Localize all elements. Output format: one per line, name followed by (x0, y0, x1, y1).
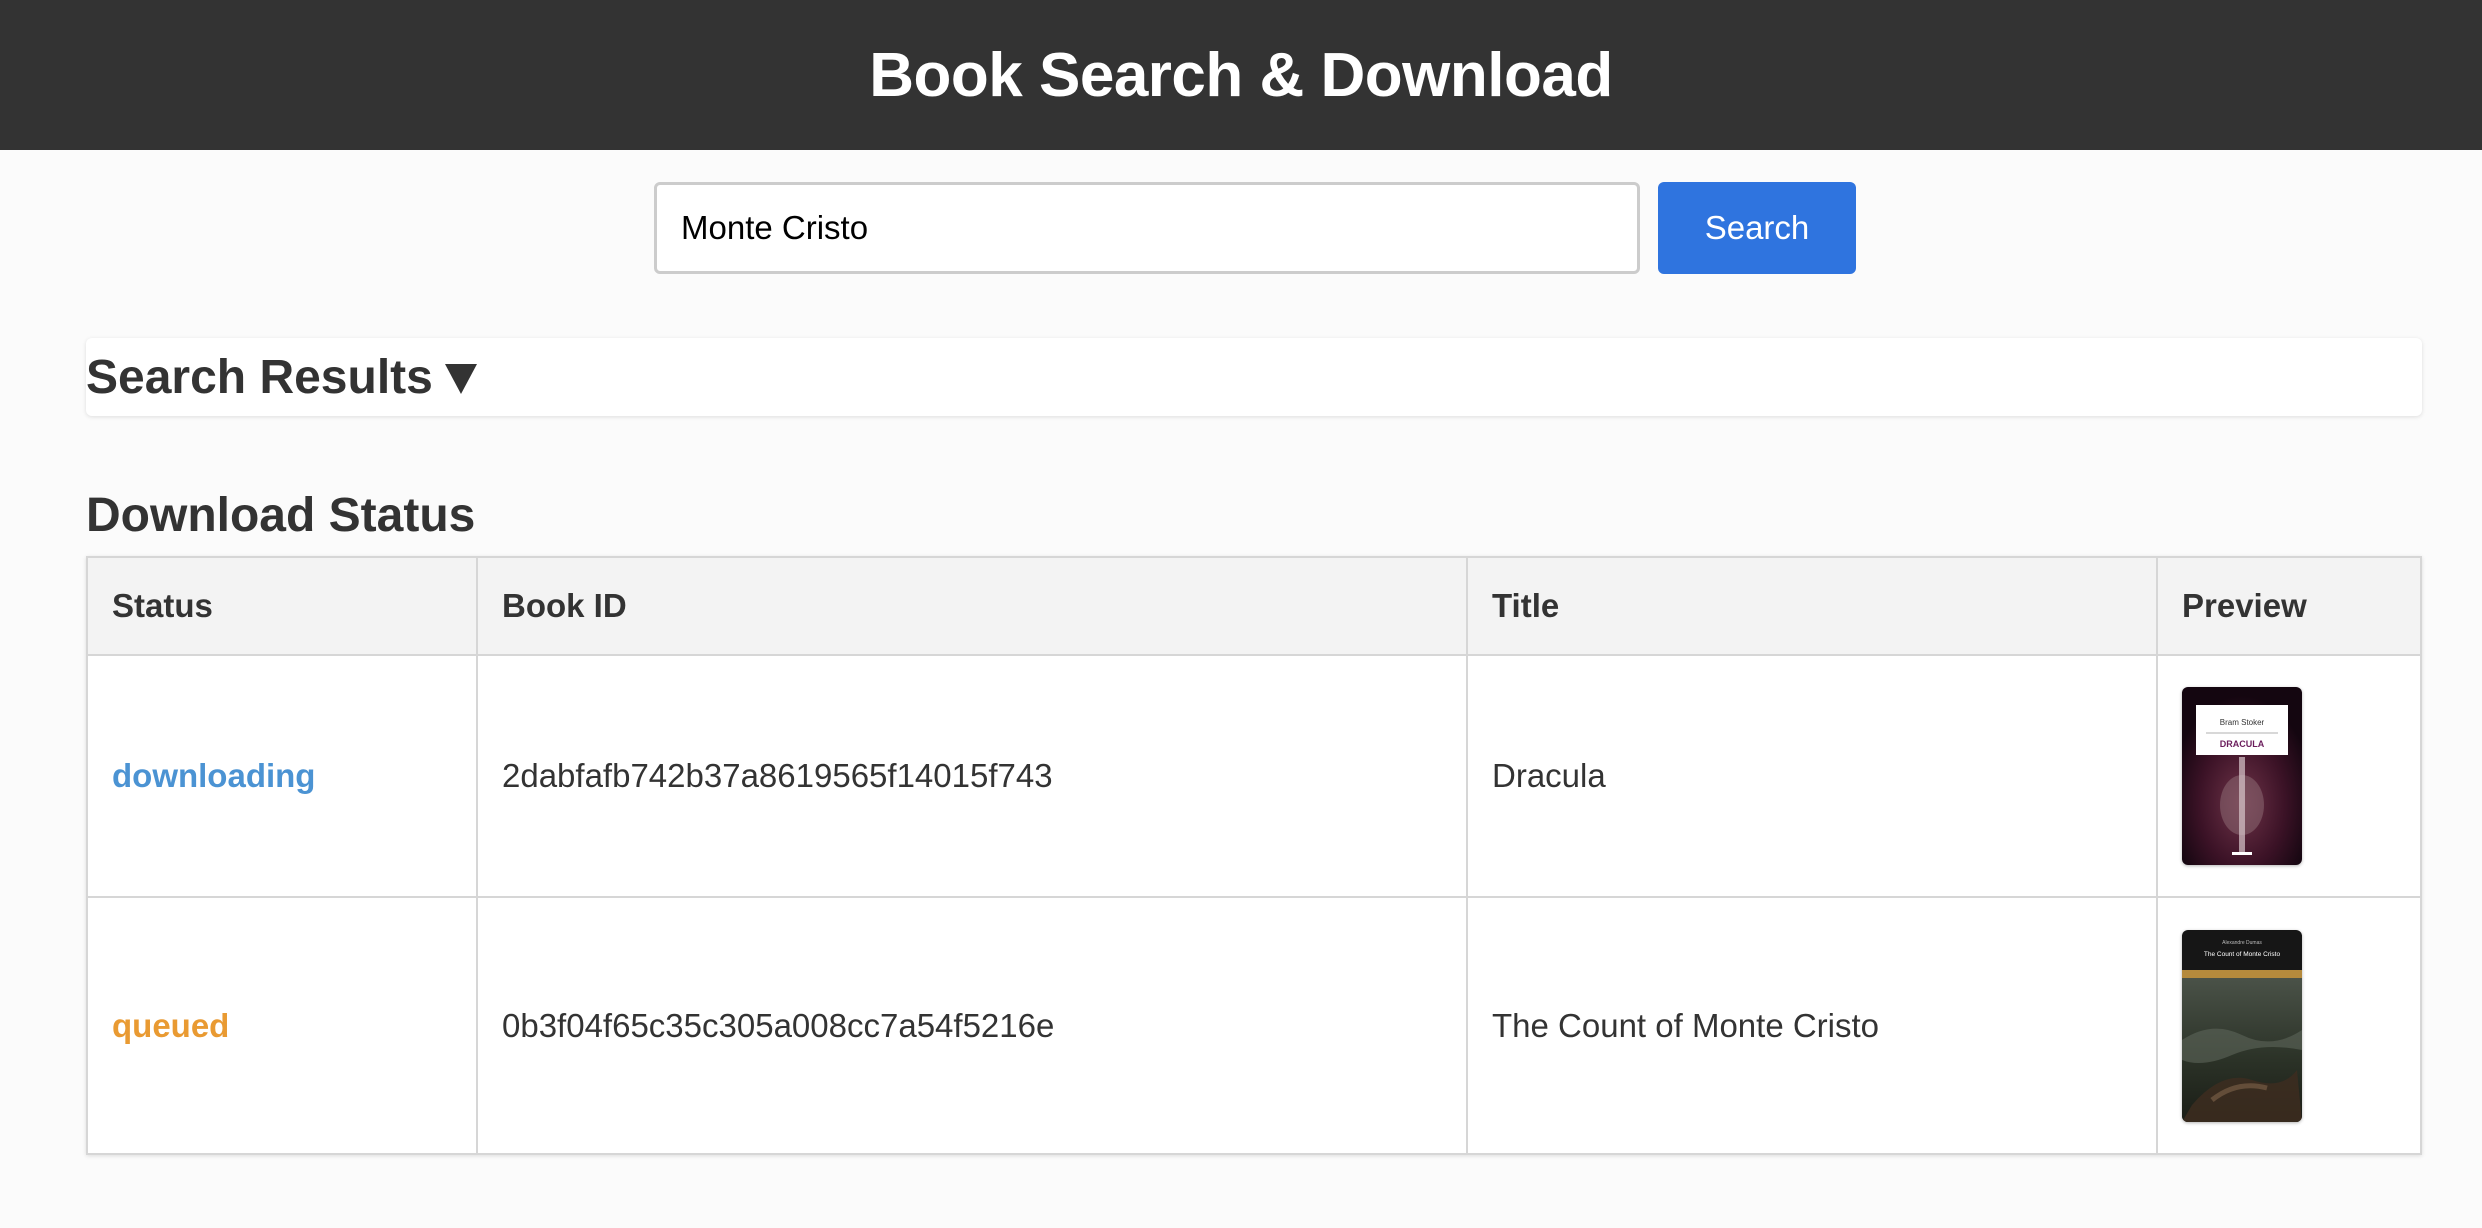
search-button[interactable]: Search (1658, 182, 1856, 274)
table-row: downloading 2dabfafb742b37a8619565f14015… (86, 654, 2422, 898)
status-badge: downloading (86, 654, 478, 898)
search-results-heading: Search Results (86, 350, 477, 405)
column-header-status: Status (86, 556, 478, 656)
cover-author: Alexandre Dumas (2222, 940, 2262, 946)
search-input[interactable] (654, 182, 1640, 274)
download-status-table: Status Book ID Title Preview downloading… (86, 556, 2422, 1155)
book-cover-image: Alexandre Dumas The Count of Monte Crist… (2182, 929, 2302, 1122)
page-title: Book Search & Download (869, 40, 1613, 110)
table-header-row: Status Book ID Title Preview (86, 556, 2422, 656)
dracula-cover-art: Bram Stoker DRACULA (2182, 687, 2302, 865)
search-results-label: Search Results (86, 350, 433, 404)
table-row: queued 0b3f04f65c35c305a008cc7a54f5216e … (86, 896, 2422, 1155)
column-header-preview: Preview (2156, 556, 2422, 656)
title-cell: The Count of Monte Cristo (1466, 896, 2158, 1155)
status-badge: queued (86, 896, 478, 1155)
cover-title: The Count of Monte Cristo (2204, 951, 2281, 958)
triangle-down-icon (444, 364, 477, 394)
download-status-heading: Download Status (86, 489, 476, 542)
title-cell: Dracula (1466, 654, 2158, 898)
cover-title: DRACULA (2220, 739, 2265, 749)
cover-author: Bram Stoker (2220, 718, 2265, 727)
app-header: Book Search & Download (0, 0, 2482, 150)
book-id-cell: 0b3f04f65c35c305a008cc7a54f5216e (476, 896, 1468, 1155)
book-id-cell: 2dabfafb742b37a8619565f14015f743 (476, 654, 1468, 898)
column-header-title: Title (1466, 556, 2158, 656)
monte-cristo-cover-art: Alexandre Dumas The Count of Monte Crist… (2182, 929, 2302, 1122)
preview-cell: Alexandre Dumas The Count of Monte Crist… (2156, 896, 2422, 1155)
preview-cell: Bram Stoker DRACULA (2156, 654, 2422, 898)
search-bar: Search (654, 182, 1856, 274)
column-header-book-id: Book ID (476, 556, 1468, 656)
search-results-toggle[interactable]: Search Results (86, 338, 2422, 416)
book-cover-image: Bram Stoker DRACULA (2182, 687, 2302, 865)
